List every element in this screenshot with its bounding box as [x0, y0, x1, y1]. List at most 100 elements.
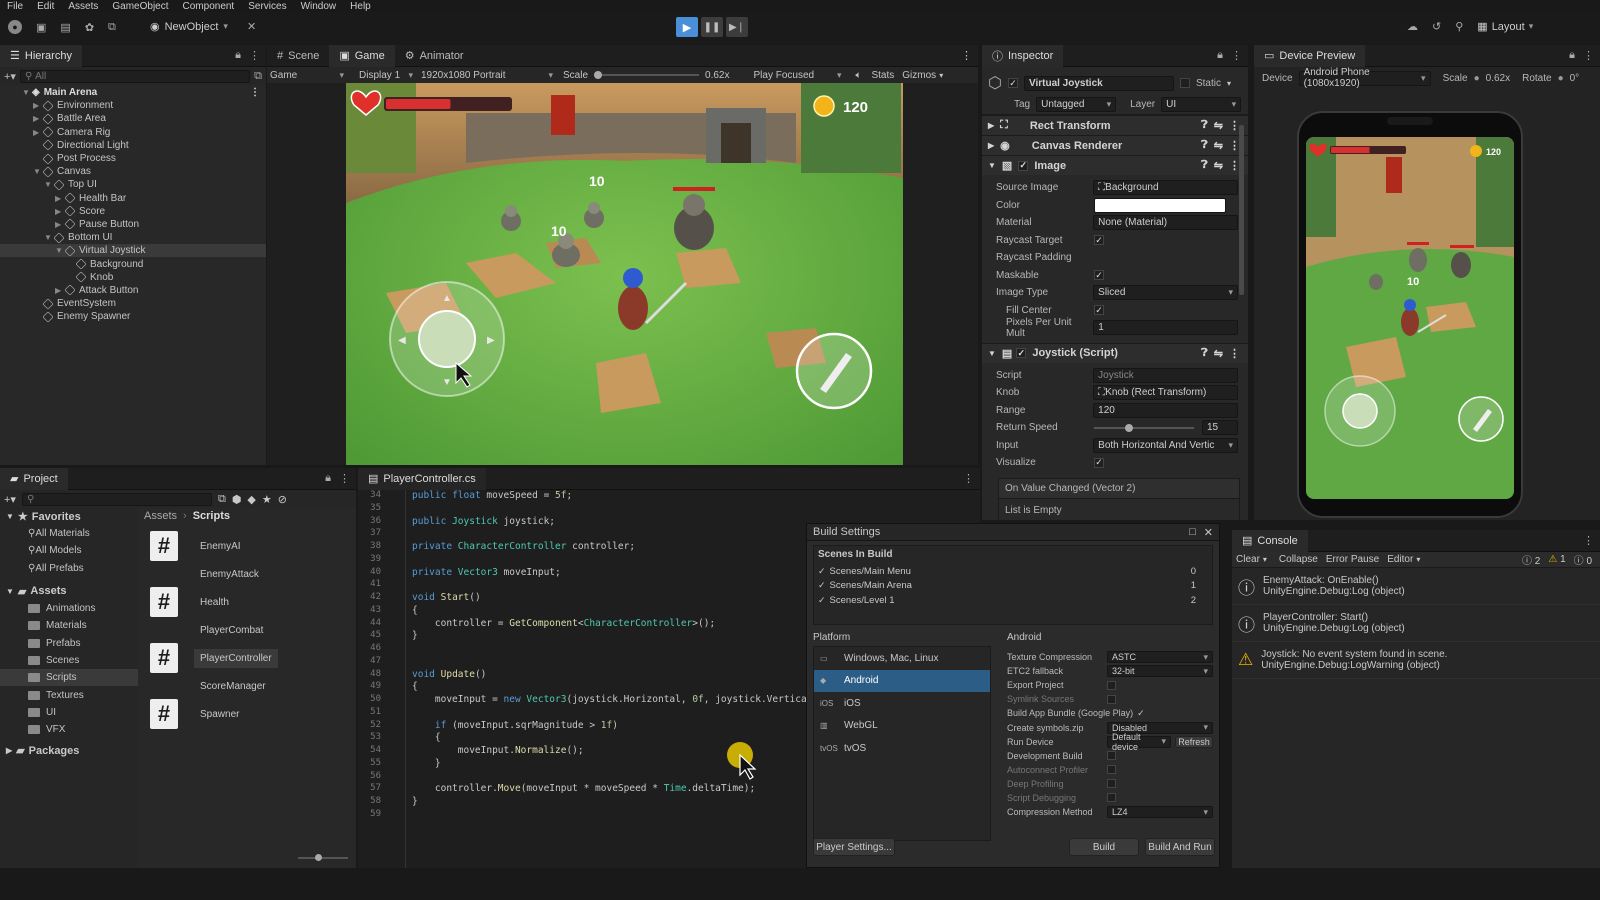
hierarchy-item[interactable]: ▶ Attack Button	[0, 284, 266, 297]
platform-tvos[interactable]: tvOS tvOS	[814, 737, 990, 760]
joystick-enabled-checkbox[interactable]: ✓	[1016, 348, 1027, 358]
script-asset[interactable]: # PlayerController	[150, 643, 350, 673]
autoconnect-profiler-checkbox[interactable]	[1107, 765, 1116, 775]
scene-entry[interactable]: ✓ Scenes/Main Menu 0	[818, 564, 1208, 579]
device-dropdown[interactable]: Android Phone (1080x1920)	[1298, 67, 1431, 89]
knob-field[interactable]: ⛶ Knob (Rect Transform)	[1093, 385, 1238, 401]
tab-console[interactable]: ▤ Console	[1232, 530, 1308, 552]
hierarchy-item[interactable]: Knob	[0, 271, 266, 284]
joystick-knob[interactable]	[1342, 393, 1378, 429]
hierarchy-search[interactable]: ⚲ All	[19, 69, 251, 83]
lock-icon[interactable]: 🔒︎	[1217, 49, 1223, 62]
visualize-checkbox[interactable]: ✓	[1094, 457, 1104, 468]
favorite-item[interactable]: ⚲ All Models	[0, 542, 138, 559]
scale-slider[interactable]	[594, 71, 700, 79]
raycast-target-checkbox[interactable]: ✓	[1094, 235, 1104, 246]
tab-animator[interactable]: ⚙ Animator	[395, 45, 474, 67]
more-icon[interactable]: ⋮	[1583, 534, 1594, 547]
lock-icon[interactable]: 🔒︎	[325, 472, 331, 485]
hierarchy-item[interactable]: Post Process	[0, 152, 266, 165]
component-joystick-header[interactable]: ▼ ▤ ✓ Joystick (Script) ❓︎ ⇋ ⋮	[982, 342, 1248, 363]
display-dropdown[interactable]: Display 1	[355, 70, 417, 81]
tab-hierarchy[interactable]: ☰ Hierarchy	[0, 45, 82, 67]
tab-inspector[interactable]: ⓘ Inspector	[982, 45, 1064, 67]
refresh-button[interactable]: Refresh	[1175, 735, 1213, 748]
menu-window[interactable]: Window	[301, 1, 337, 12]
assets-section[interactable]: ▼ ▰ Assets	[0, 583, 138, 600]
account-icon[interactable]: ●	[8, 20, 22, 34]
hierarchy-item[interactable]: ▶ Environment	[0, 99, 266, 112]
hierarchy-item[interactable]: Background	[0, 257, 266, 270]
layout-dropdown[interactable]: ▦ Layout ▾	[1477, 20, 1533, 34]
console-entry[interactable]: ⓘ PlayerController: Start() UnityEngine.De…	[1232, 605, 1600, 642]
hidden-icon[interactable]: ⊘	[278, 493, 287, 506]
build-and-run-button[interactable]: Build And Run	[1145, 838, 1215, 856]
export-project-checkbox[interactable]	[1107, 680, 1116, 690]
add-icon[interactable]: +▾	[4, 70, 16, 83]
more-icon[interactable]: ⋮	[963, 472, 974, 485]
favorite-item[interactable]: ⚲ All Prefabs	[0, 560, 138, 577]
hierarchy-item[interactable]: ▼ Bottom UI	[0, 231, 266, 244]
menu-help[interactable]: Help	[350, 1, 371, 12]
maskable-checkbox[interactable]: ✓	[1094, 270, 1104, 281]
scene-entry[interactable]: ✓ Scenes/Main Arena 1	[818, 579, 1208, 594]
scene-checkbox[interactable]: ✓	[818, 580, 826, 591]
code-line[interactable]: public float moveSpeed = 5f;	[412, 490, 972, 503]
step-button[interactable]: ▶❘	[726, 17, 748, 37]
play-button[interactable]: ▶	[676, 17, 698, 37]
menu-assets[interactable]: Assets	[68, 1, 98, 12]
phone-screen[interactable]: 10 120	[1306, 137, 1514, 499]
scene-checkbox[interactable]: ✓	[818, 595, 826, 606]
breadcrumb-assets[interactable]: Assets	[144, 510, 177, 522]
source-image-field[interactable]: ⛶ Background	[1093, 180, 1238, 196]
material-field[interactable]: None (Material)	[1093, 215, 1238, 231]
history-icon[interactable]: ↺	[1432, 20, 1441, 33]
player-settings-button[interactable]: Player Settings...	[813, 838, 895, 856]
lock-icon[interactable]: 🔒︎	[1569, 49, 1575, 62]
input-dropdown[interactable]: Both Horizontal And Vertic	[1093, 437, 1238, 453]
build-app-bundle-google-play--checkbox[interactable]: ✓	[1137, 708, 1145, 719]
component-rect-transform-header[interactable]: ▶ ⛶ Rect Transform ❓︎ ⇋ ⋮	[982, 115, 1248, 135]
tab-game[interactable]: ▣ Game	[329, 45, 395, 67]
hierarchy-item[interactable]: ▼ Virtual Joystick	[0, 244, 266, 258]
lock-icon[interactable]: 🔒︎	[235, 49, 241, 62]
joystick-knob[interactable]	[418, 310, 476, 368]
folder-item[interactable]: VFX	[0, 721, 138, 738]
close-icon[interactable]: ✕	[1204, 526, 1213, 539]
platform-webgl[interactable]: ▥ WebGL	[814, 715, 990, 738]
editor-dropdown[interactable]: Editor	[1387, 554, 1413, 565]
platform-windows[interactable]: ▭ Windows, Mac, Linux	[814, 647, 990, 670]
folder-item[interactable]: UI	[0, 704, 138, 721]
collab-icon[interactable]: ✿	[85, 21, 94, 34]
platform-android[interactable]: ◆ Android	[814, 669, 990, 692]
star-icon[interactable]: ★	[262, 493, 272, 506]
play-mode-dropdown[interactable]: Play Focused	[749, 70, 845, 81]
image-enabled-checkbox[interactable]: ✓	[1018, 160, 1029, 171]
hierarchy-item[interactable]: Directional Light	[0, 139, 266, 152]
folder-item[interactable]: Materials	[0, 617, 138, 634]
hierarchy-item[interactable]: ▶ Health Bar	[0, 192, 266, 205]
pixels-per-unit-field[interactable]: 1	[1093, 320, 1238, 336]
hierarchy-item[interactable]: ▶ Battle Area	[0, 112, 266, 125]
return-speed-slider[interactable]	[1094, 423, 1194, 432]
tools-icon[interactable]: ✕	[247, 20, 256, 33]
favorites-section[interactable]: ▼ ★ Favorites	[0, 508, 138, 525]
gizmos-button[interactable]: Gizmos	[902, 70, 936, 81]
tab-project[interactable]: ▰ Project	[0, 468, 68, 490]
build-button[interactable]: Build	[1069, 838, 1139, 856]
tag-icon[interactable]: ◆	[247, 493, 255, 506]
console-entry[interactable]: ⓘ EnemyAttack: OnEnable() UnityEngine.Debu…	[1232, 568, 1600, 605]
script-asset[interactable]: # Health	[150, 587, 350, 617]
folder-item[interactable]: Animations	[0, 600, 138, 617]
range-field[interactable]: 120	[1093, 402, 1238, 418]
menu-gameobject[interactable]: GameObject	[112, 1, 168, 12]
help-icon[interactable]: ❓︎	[1201, 347, 1208, 360]
project-search[interactable]: ⚲	[21, 492, 212, 506]
menu-component[interactable]: Component	[183, 1, 235, 12]
static-checkbox[interactable]	[1179, 78, 1190, 88]
hierarchy-item[interactable]: ▼ Canvas	[0, 165, 266, 178]
packages-section[interactable]: ▶ ▰ Packages	[0, 742, 138, 759]
tag-dropdown[interactable]: Untagged	[1036, 97, 1117, 112]
object-field[interactable]: ◉ NewObject ▾	[150, 20, 228, 34]
hierarchy-item[interactable]: ▶ Pause Button	[0, 218, 266, 231]
